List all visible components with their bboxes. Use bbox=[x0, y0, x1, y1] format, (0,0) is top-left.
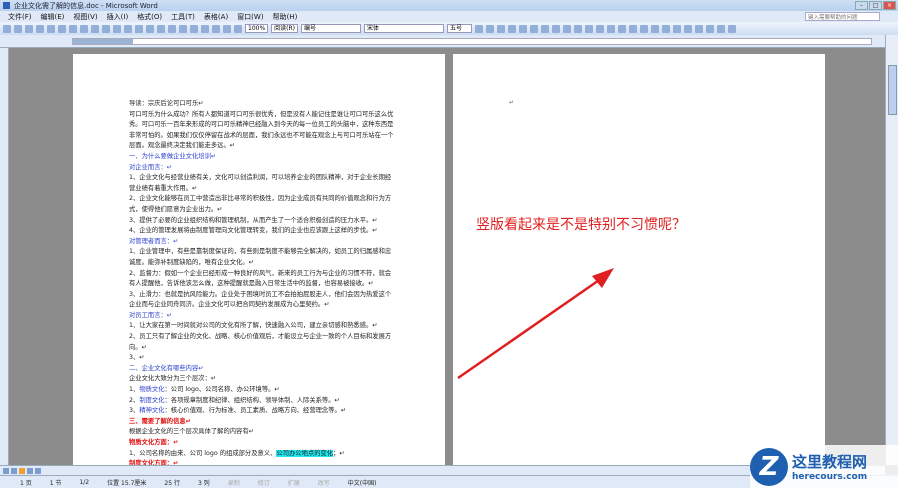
status-section: 1 节 bbox=[49, 479, 62, 487]
watermark-url: herecours.com bbox=[792, 472, 868, 482]
watermark-logo: Z 这里教程网 herecours.com bbox=[750, 445, 898, 488]
reading-view-icon[interactable] bbox=[35, 467, 41, 474]
logo-z-icon: Z bbox=[750, 447, 788, 486]
status-track[interactable]: 修订 bbox=[249, 478, 279, 487]
outline-view-icon[interactable] bbox=[27, 467, 33, 474]
vertical-scrollbar[interactable] bbox=[885, 35, 898, 465]
status-line: 25 行 bbox=[164, 479, 180, 487]
watermark-name: 这里教程网 bbox=[792, 453, 868, 471]
status-record[interactable]: 录制 bbox=[219, 478, 249, 487]
annotation-arrow bbox=[457, 268, 614, 380]
annotation-text: 竖版看起来是不是特别不习惯呢？ bbox=[476, 217, 686, 233]
normal-view-icon[interactable] bbox=[3, 467, 9, 474]
status-page: 1 页 bbox=[20, 479, 32, 487]
print-view-icon[interactable] bbox=[19, 467, 25, 474]
status-language: 中文(中国) bbox=[347, 479, 377, 487]
status-column: 3 列 bbox=[197, 479, 210, 487]
status-position: 位置 15.7厘米 bbox=[107, 479, 147, 487]
web-view-icon[interactable] bbox=[11, 467, 17, 474]
status-extend[interactable]: 扩展 bbox=[279, 478, 309, 487]
status-overwrite[interactable]: 改写 bbox=[309, 478, 339, 487]
status-pages: 1/2 bbox=[79, 478, 90, 486]
